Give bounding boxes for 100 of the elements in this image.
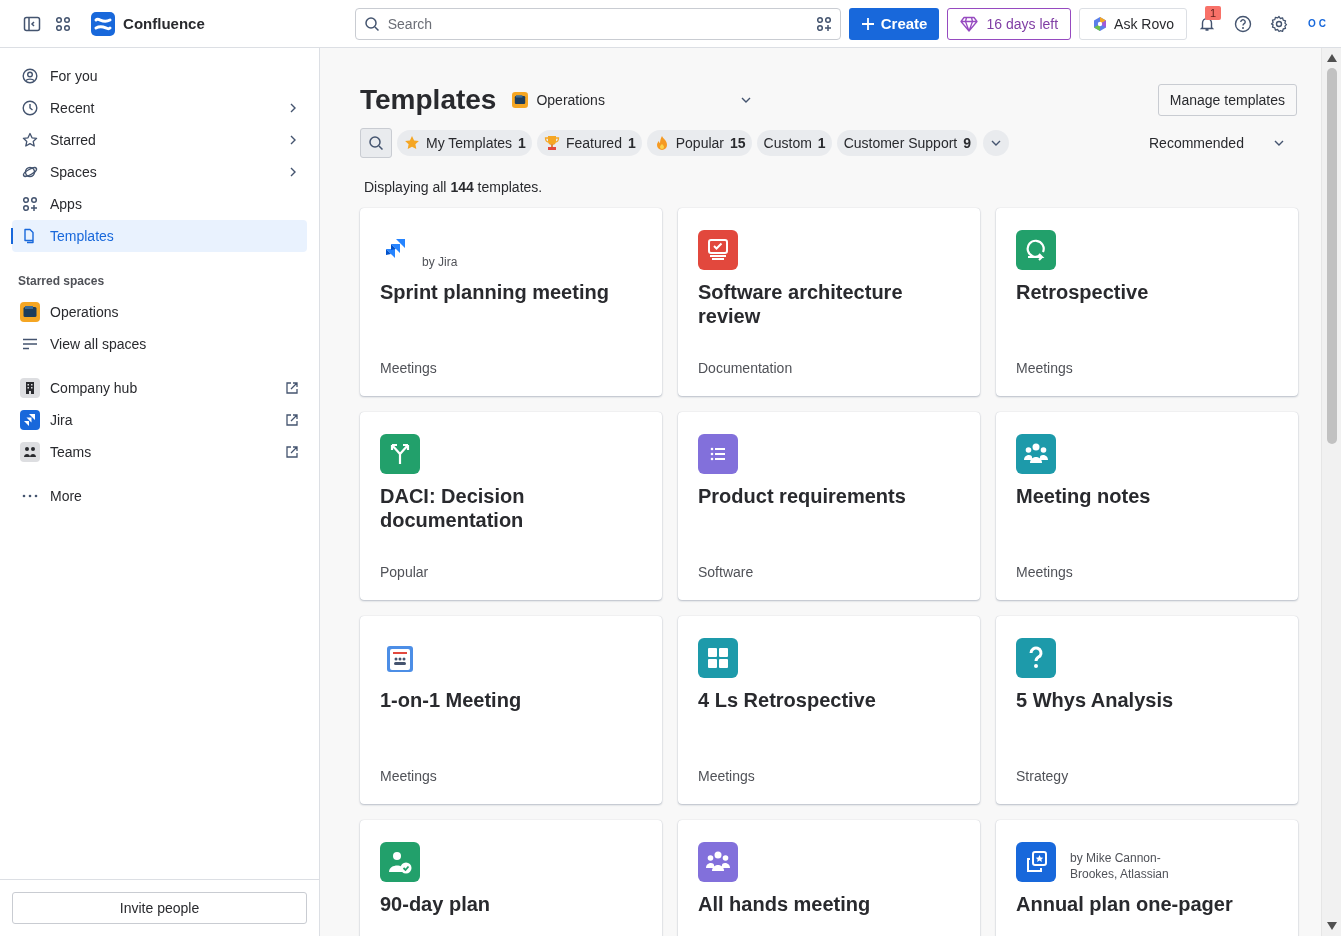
- sidebar-item[interactable]: Operations: [12, 296, 307, 328]
- sidebar-item[interactable]: View all spaces: [12, 328, 307, 360]
- filter-chip[interactable]: Custom 1: [756, 130, 832, 156]
- card-byline: by Jira: [422, 254, 458, 270]
- card-title: Annual plan one-pager: [1016, 892, 1234, 916]
- settings-icon: [1270, 14, 1288, 33]
- question-icon: [1016, 638, 1056, 678]
- filter-chip[interactable]: My Templates 1: [397, 130, 532, 156]
- space-selector[interactable]: Operations: [512, 84, 753, 116]
- sidebar-item[interactable]: Templates: [12, 220, 307, 252]
- person-check-icon: [380, 842, 420, 882]
- notification-count: 1: [1205, 5, 1222, 20]
- card-title: 5 Whys Analysis: [1016, 688, 1175, 712]
- sidebar-item[interactable]: Teams: [12, 436, 307, 468]
- sidebar-item[interactable]: Jira: [12, 404, 307, 436]
- rovo-logo-icon: [1092, 15, 1109, 32]
- space-avatar-icon: [512, 92, 529, 108]
- confluence-logo-icon: [91, 11, 116, 36]
- apps-icon: [22, 196, 38, 212]
- results-summary: Displaying all 144 templates.: [364, 178, 544, 196]
- filter-apps-icon: [815, 15, 832, 32]
- user-circle-icon: [22, 68, 38, 84]
- template-card[interactable]: DACI: Decision documentation Popular: [360, 412, 662, 600]
- sidebar-item[interactable]: More: [12, 480, 307, 512]
- invite-people-button[interactable]: Invite people: [12, 892, 307, 924]
- template-card[interactable]: Software architecture review Documentation: [678, 208, 980, 396]
- card-title: Product requirements: [698, 484, 907, 508]
- filter-chip[interactable]: Popular 15: [646, 130, 752, 156]
- help-icon: [1234, 14, 1252, 33]
- template-card[interactable]: by Mike Cannon-Brookes, Atlassian Annual plan one-pager: [996, 820, 1298, 936]
- template-card[interactable]: Retrospective Meetings: [996, 208, 1298, 396]
- people-group-icon: [698, 842, 738, 882]
- template-card[interactable]: 5 Whys Analysis Strategy: [996, 616, 1298, 804]
- jira-app-icon: [20, 410, 40, 430]
- search-field[interactable]: Search: [354, 7, 841, 40]
- search-icon: [368, 135, 384, 151]
- scroll-down-icon: [1326, 922, 1337, 930]
- scrollbar[interactable]: [1321, 48, 1341, 936]
- card-byline: by Mike Cannon-Brookes, Atlassian: [1070, 850, 1170, 882]
- card-category: Strategy: [1016, 768, 1070, 784]
- template-card[interactable]: 1-on-1 Meeting Meetings: [360, 616, 662, 804]
- filter-chip[interactable]: Featured 1: [536, 130, 642, 156]
- people-icon: [20, 442, 40, 462]
- page-title: Templates: [360, 84, 497, 116]
- template-card[interactable]: Product requirements Software: [678, 412, 980, 600]
- list-icon: [22, 336, 38, 352]
- grid-icon: [698, 638, 738, 678]
- trophy-icon: [543, 135, 560, 151]
- notifications-button[interactable]: 1: [1191, 7, 1223, 40]
- star-icon: [22, 132, 38, 148]
- plus-icon: [860, 16, 875, 31]
- template-card[interactable]: by Jira Sprint planning meeting Meetings: [360, 208, 662, 396]
- sidebar-item[interactable]: For you: [12, 60, 307, 92]
- sidebar-item[interactable]: Spaces: [12, 156, 307, 188]
- product-name[interactable]: Confluence: [123, 15, 205, 32]
- manage-templates-button[interactable]: Manage templates: [1157, 84, 1297, 116]
- card-category: Meetings: [698, 768, 756, 784]
- profile-avatar[interactable]: O C: [1305, 18, 1329, 29]
- sidebar-item[interactable]: Company hub: [12, 372, 307, 404]
- template-card[interactable]: 90-day plan: [360, 820, 662, 936]
- card-category: Meetings: [380, 360, 438, 376]
- app-grid-icon: [55, 15, 72, 32]
- people-group-icon: [1016, 434, 1056, 474]
- template-card[interactable]: All hands meeting: [678, 820, 980, 936]
- template-card[interactable]: 4 Ls Retrospective Meetings: [678, 616, 980, 804]
- card-title: Meeting notes: [1016, 484, 1152, 508]
- card-title: All hands meeting: [698, 892, 872, 916]
- scroll-thumb[interactable]: [1326, 68, 1337, 444]
- create-button[interactable]: Create: [848, 7, 940, 40]
- fork-arrows-icon: [380, 434, 420, 474]
- ask-rovo-button[interactable]: Ask Rovo: [1079, 7, 1187, 40]
- building-icon: [20, 378, 40, 398]
- list-icon: [698, 434, 738, 474]
- planet-icon: [22, 164, 38, 180]
- template-card[interactable]: Meeting notes Meetings: [996, 412, 1298, 600]
- card-category: Software: [698, 564, 755, 580]
- card-title: DACI: Decision documentation: [380, 484, 526, 532]
- scroll-up-icon: [1326, 54, 1337, 62]
- monitor-icon: [698, 230, 738, 270]
- card-title: 4 Ls Retrospective: [698, 688, 877, 712]
- card-category: Meetings: [1016, 564, 1074, 580]
- star-icon: [404, 135, 420, 151]
- sidebar-item[interactable]: Starred: [12, 124, 307, 156]
- sidebar-toggle-icon: [22, 14, 41, 33]
- card-category: Meetings: [380, 768, 438, 784]
- card-title: Retrospective: [1016, 280, 1150, 304]
- sidebar-item[interactable]: Recent: [12, 92, 307, 124]
- card-category: Meetings: [1016, 360, 1074, 376]
- space-avatar-icon: [20, 302, 40, 322]
- card-title: Software architecture review: [698, 280, 904, 328]
- card-category: Popular: [380, 564, 430, 580]
- search-button[interactable]: [360, 128, 392, 158]
- card-title: 1-on-1 Meeting: [380, 688, 523, 712]
- card-category: Documentation: [698, 360, 794, 376]
- star-box-icon: [1016, 842, 1056, 882]
- sort-dropdown[interactable]: Recommended: [1149, 128, 1297, 158]
- trial-button[interactable]: 16 days left: [947, 7, 1072, 40]
- card-title: 90-day plan: [380, 892, 492, 916]
- sidebar-item[interactable]: Apps: [12, 188, 307, 220]
- filter-chip[interactable]: Customer Support 9: [836, 130, 978, 156]
